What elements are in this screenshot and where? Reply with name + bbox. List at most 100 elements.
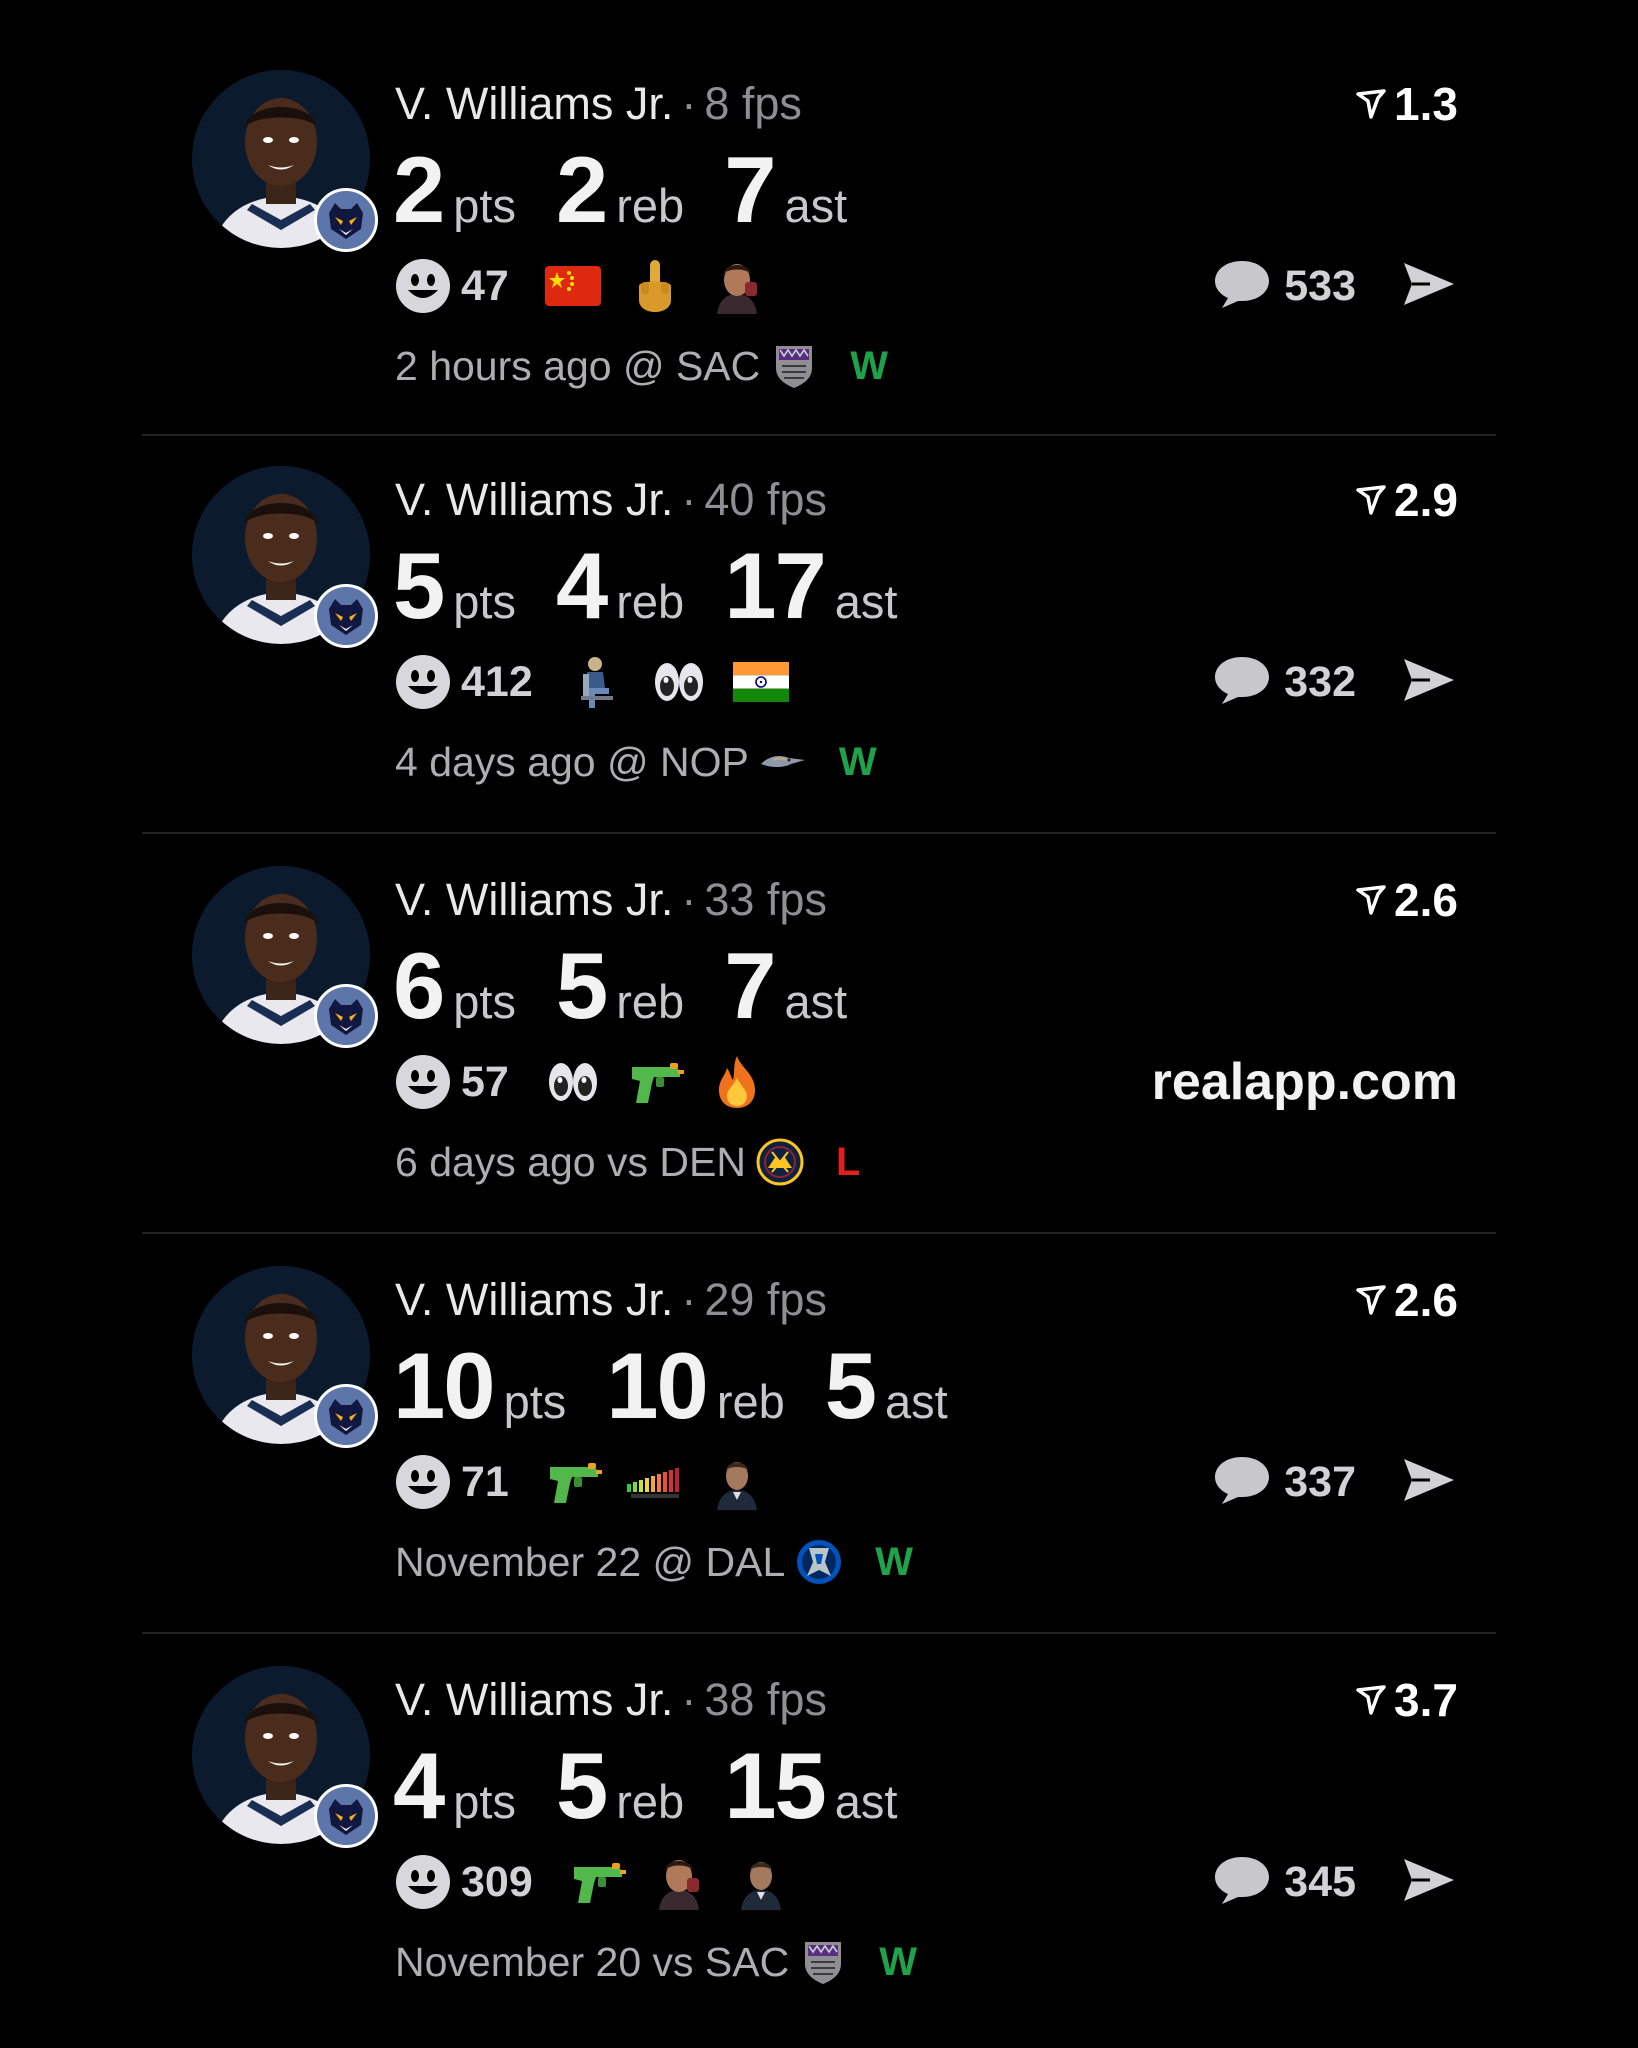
stat-label: reb (616, 179, 685, 232)
game-result: L (835, 1139, 861, 1184)
middle-finger-emoji[interactable] (625, 258, 685, 314)
meter-sticker-emoji[interactable] (625, 1454, 685, 1510)
post-card[interactable]: V. Williams Jr. · 33 fps 2.6 6 pts 5 reb 7 ast … (142, 796, 1496, 1196)
eyes-emoji[interactable] (543, 1054, 603, 1110)
post-card[interactable]: V. Williams Jr. · 8 fps 1.3 2 pts 2 reb 7 ast 4… (142, 0, 1496, 400)
smiley-reaction-icon[interactable] (395, 1054, 451, 1110)
person-sticker-emoji[interactable] (731, 1854, 791, 1910)
rating-arrow-icon (1356, 485, 1386, 515)
comment-icon[interactable] (1212, 1454, 1272, 1511)
share-icon[interactable] (1400, 655, 1458, 710)
game-info: November 20 vs SAC W (395, 1932, 917, 1992)
separator: · (681, 874, 697, 925)
game-result: W (850, 343, 889, 388)
smiley-reaction-icon[interactable] (395, 654, 451, 710)
stat-value: 4 (555, 533, 608, 638)
share-icon[interactable] (1400, 1855, 1458, 1910)
grizzlies-logo (314, 1784, 378, 1848)
comment-icon[interactable] (1212, 654, 1272, 711)
stat-label: reb (616, 575, 685, 628)
rating[interactable]: 1.3 (1356, 74, 1458, 134)
game-info: 4 days ago @ NOP W (395, 732, 877, 792)
sitting-person-emoji[interactable] (567, 654, 627, 710)
share-icon[interactable] (1400, 259, 1458, 314)
stat-label: ast (885, 1375, 948, 1428)
fantasy-points: 8 fps (704, 78, 802, 129)
post-header: V. Williams Jr. · 8 fps (395, 74, 802, 134)
rating-value: 1.3 (1394, 78, 1458, 130)
stat-label: ast (834, 575, 898, 628)
player-name[interactable]: V. Williams Jr. (395, 78, 673, 129)
smiley-reaction-icon[interactable] (395, 258, 451, 314)
water-pistol-emoji[interactable] (625, 1054, 685, 1110)
kings-logo (789, 1938, 879, 1986)
reactions-bar: 57 (395, 1052, 789, 1112)
stat-value: 10 (393, 1333, 496, 1438)
person-sticker-emoji[interactable] (707, 1454, 767, 1510)
stat-value: 2 (393, 137, 445, 242)
stat-value: 6 (393, 933, 445, 1038)
water-pistol-emoji[interactable] (567, 1854, 627, 1910)
game-result: W (879, 1939, 917, 1984)
post-card[interactable]: V. Williams Jr. · 40 fps 2.9 5 pts 4 reb 17 ast… (142, 396, 1496, 796)
rating[interactable]: 2.9 (1356, 470, 1458, 530)
nuggets-logo (746, 1138, 836, 1186)
watermark: realapp.com (1151, 1053, 1458, 1111)
stat-line: 6 pts 5 reb 7 ast (393, 932, 887, 1038)
player-name[interactable]: V. Williams Jr. (395, 1674, 673, 1725)
game-time: 4 days ago @ NOP (395, 738, 749, 785)
grizzlies-logo (314, 984, 378, 1048)
game-result: W (838, 739, 877, 784)
rating-value: 3.7 (1394, 1674, 1458, 1726)
stat-label: reb (716, 1375, 785, 1428)
player-name[interactable]: V. Williams Jr. (395, 1274, 673, 1325)
comments-area: 345 (1212, 1852, 1458, 1912)
rating[interactable]: 2.6 (1356, 870, 1458, 930)
game-info: 6 days ago vs DEN L (395, 1132, 860, 1192)
sticker-face-emoji[interactable] (707, 258, 767, 314)
rating-arrow-icon (1356, 89, 1386, 119)
stat-value: 10 (606, 1333, 709, 1438)
fire-emoji[interactable] (707, 1054, 767, 1110)
post-feed: V. Williams Jr. · 8 fps 1.3 2 pts 2 reb 7 ast 4… (0, 0, 1638, 2048)
stat-value: 2 (555, 137, 608, 242)
separator: · (681, 1674, 697, 1725)
player-name[interactable]: V. Williams Jr. (395, 474, 673, 525)
india-flag-emoji[interactable] (731, 654, 791, 710)
comment-icon[interactable] (1212, 258, 1272, 315)
stat-label: pts (453, 975, 516, 1028)
reactions-bar: 309 (395, 1852, 813, 1912)
stat-label: reb (616, 1775, 685, 1828)
fantasy-points: 40 fps (704, 474, 827, 525)
water-pistol-emoji[interactable] (543, 1454, 603, 1510)
rating[interactable]: 2.6 (1356, 1270, 1458, 1330)
game-info: 2 hours ago @ SAC W (395, 336, 888, 396)
stat-label: pts (453, 575, 516, 628)
pelicans-logo (749, 738, 839, 786)
reaction-count: 309 (461, 1857, 533, 1906)
player-name[interactable]: V. Williams Jr. (395, 874, 673, 925)
post-card[interactable]: V. Williams Jr. · 29 fps 2.6 10 pts 10 reb 5 as… (142, 1196, 1496, 1596)
sticker-face-emoji[interactable] (649, 1854, 709, 1910)
post-header: V. Williams Jr. · 33 fps (395, 870, 827, 930)
comment-count: 332 (1284, 657, 1356, 706)
rating[interactable]: 3.7 (1356, 1670, 1458, 1730)
comment-icon[interactable] (1212, 1854, 1272, 1911)
stat-label: pts (453, 1775, 516, 1828)
comment-count: 337 (1284, 1457, 1356, 1506)
stat-value: 4 (393, 1733, 445, 1838)
rating-value: 2.6 (1394, 1274, 1458, 1326)
smiley-reaction-icon[interactable] (395, 1454, 451, 1510)
rating-arrow-icon (1356, 1685, 1386, 1715)
smiley-reaction-icon[interactable] (395, 1854, 451, 1910)
rating-value: 2.9 (1394, 474, 1458, 526)
post-card[interactable]: V. Williams Jr. · 38 fps 3.7 4 pts 5 reb 15 ast… (142, 1596, 1496, 1996)
eyes-emoji[interactable] (649, 654, 709, 710)
grizzlies-logo (314, 188, 378, 252)
china-flag-emoji[interactable] (543, 258, 603, 314)
fantasy-points: 29 fps (704, 1274, 827, 1325)
stat-label: pts (453, 179, 516, 232)
share-icon[interactable] (1400, 1455, 1458, 1510)
stat-label: ast (834, 1775, 898, 1828)
game-time: 2 hours ago @ SAC (395, 342, 761, 389)
